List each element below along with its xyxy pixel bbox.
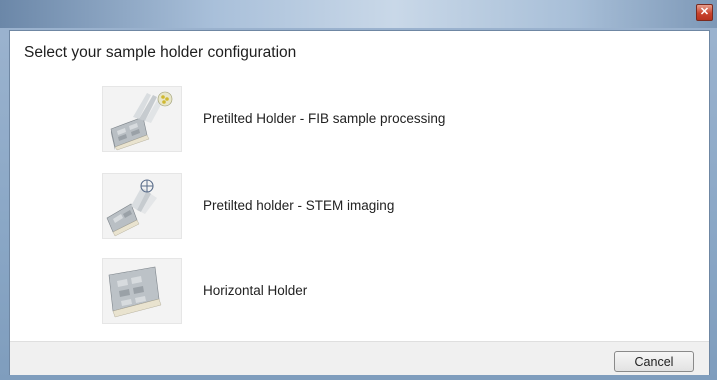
option-label: Pretilted Holder - FIB sample processing: [203, 111, 446, 126]
option-pretilted-stem[interactable]: Pretilted holder - STEM imaging: [102, 173, 622, 239]
pretilted-stem-holder-image: [102, 173, 182, 239]
close-icon: ✕: [699, 6, 710, 18]
dialog-footer: Cancel: [10, 341, 709, 375]
close-button[interactable]: ✕: [696, 4, 713, 21]
dialog-window: ✕ Select your sample holder configuratio…: [0, 0, 717, 380]
horizontal-holder-image: [102, 258, 182, 324]
option-horizontal[interactable]: Horizontal Holder: [102, 258, 622, 324]
dialog-heading: Select your sample holder configuration: [24, 44, 297, 61]
option-label: Pretilted holder - STEM imaging: [203, 198, 395, 213]
pretilted-fib-holder-image: [102, 86, 182, 152]
option-label: Horizontal Holder: [203, 283, 308, 298]
option-pretilted-fib[interactable]: Pretilted Holder - FIB sample processing: [102, 86, 622, 152]
title-bar[interactable]: ✕: [0, 0, 717, 28]
cancel-button[interactable]: Cancel: [614, 351, 694, 372]
dialog-content: Select your sample holder configuration: [9, 30, 710, 375]
